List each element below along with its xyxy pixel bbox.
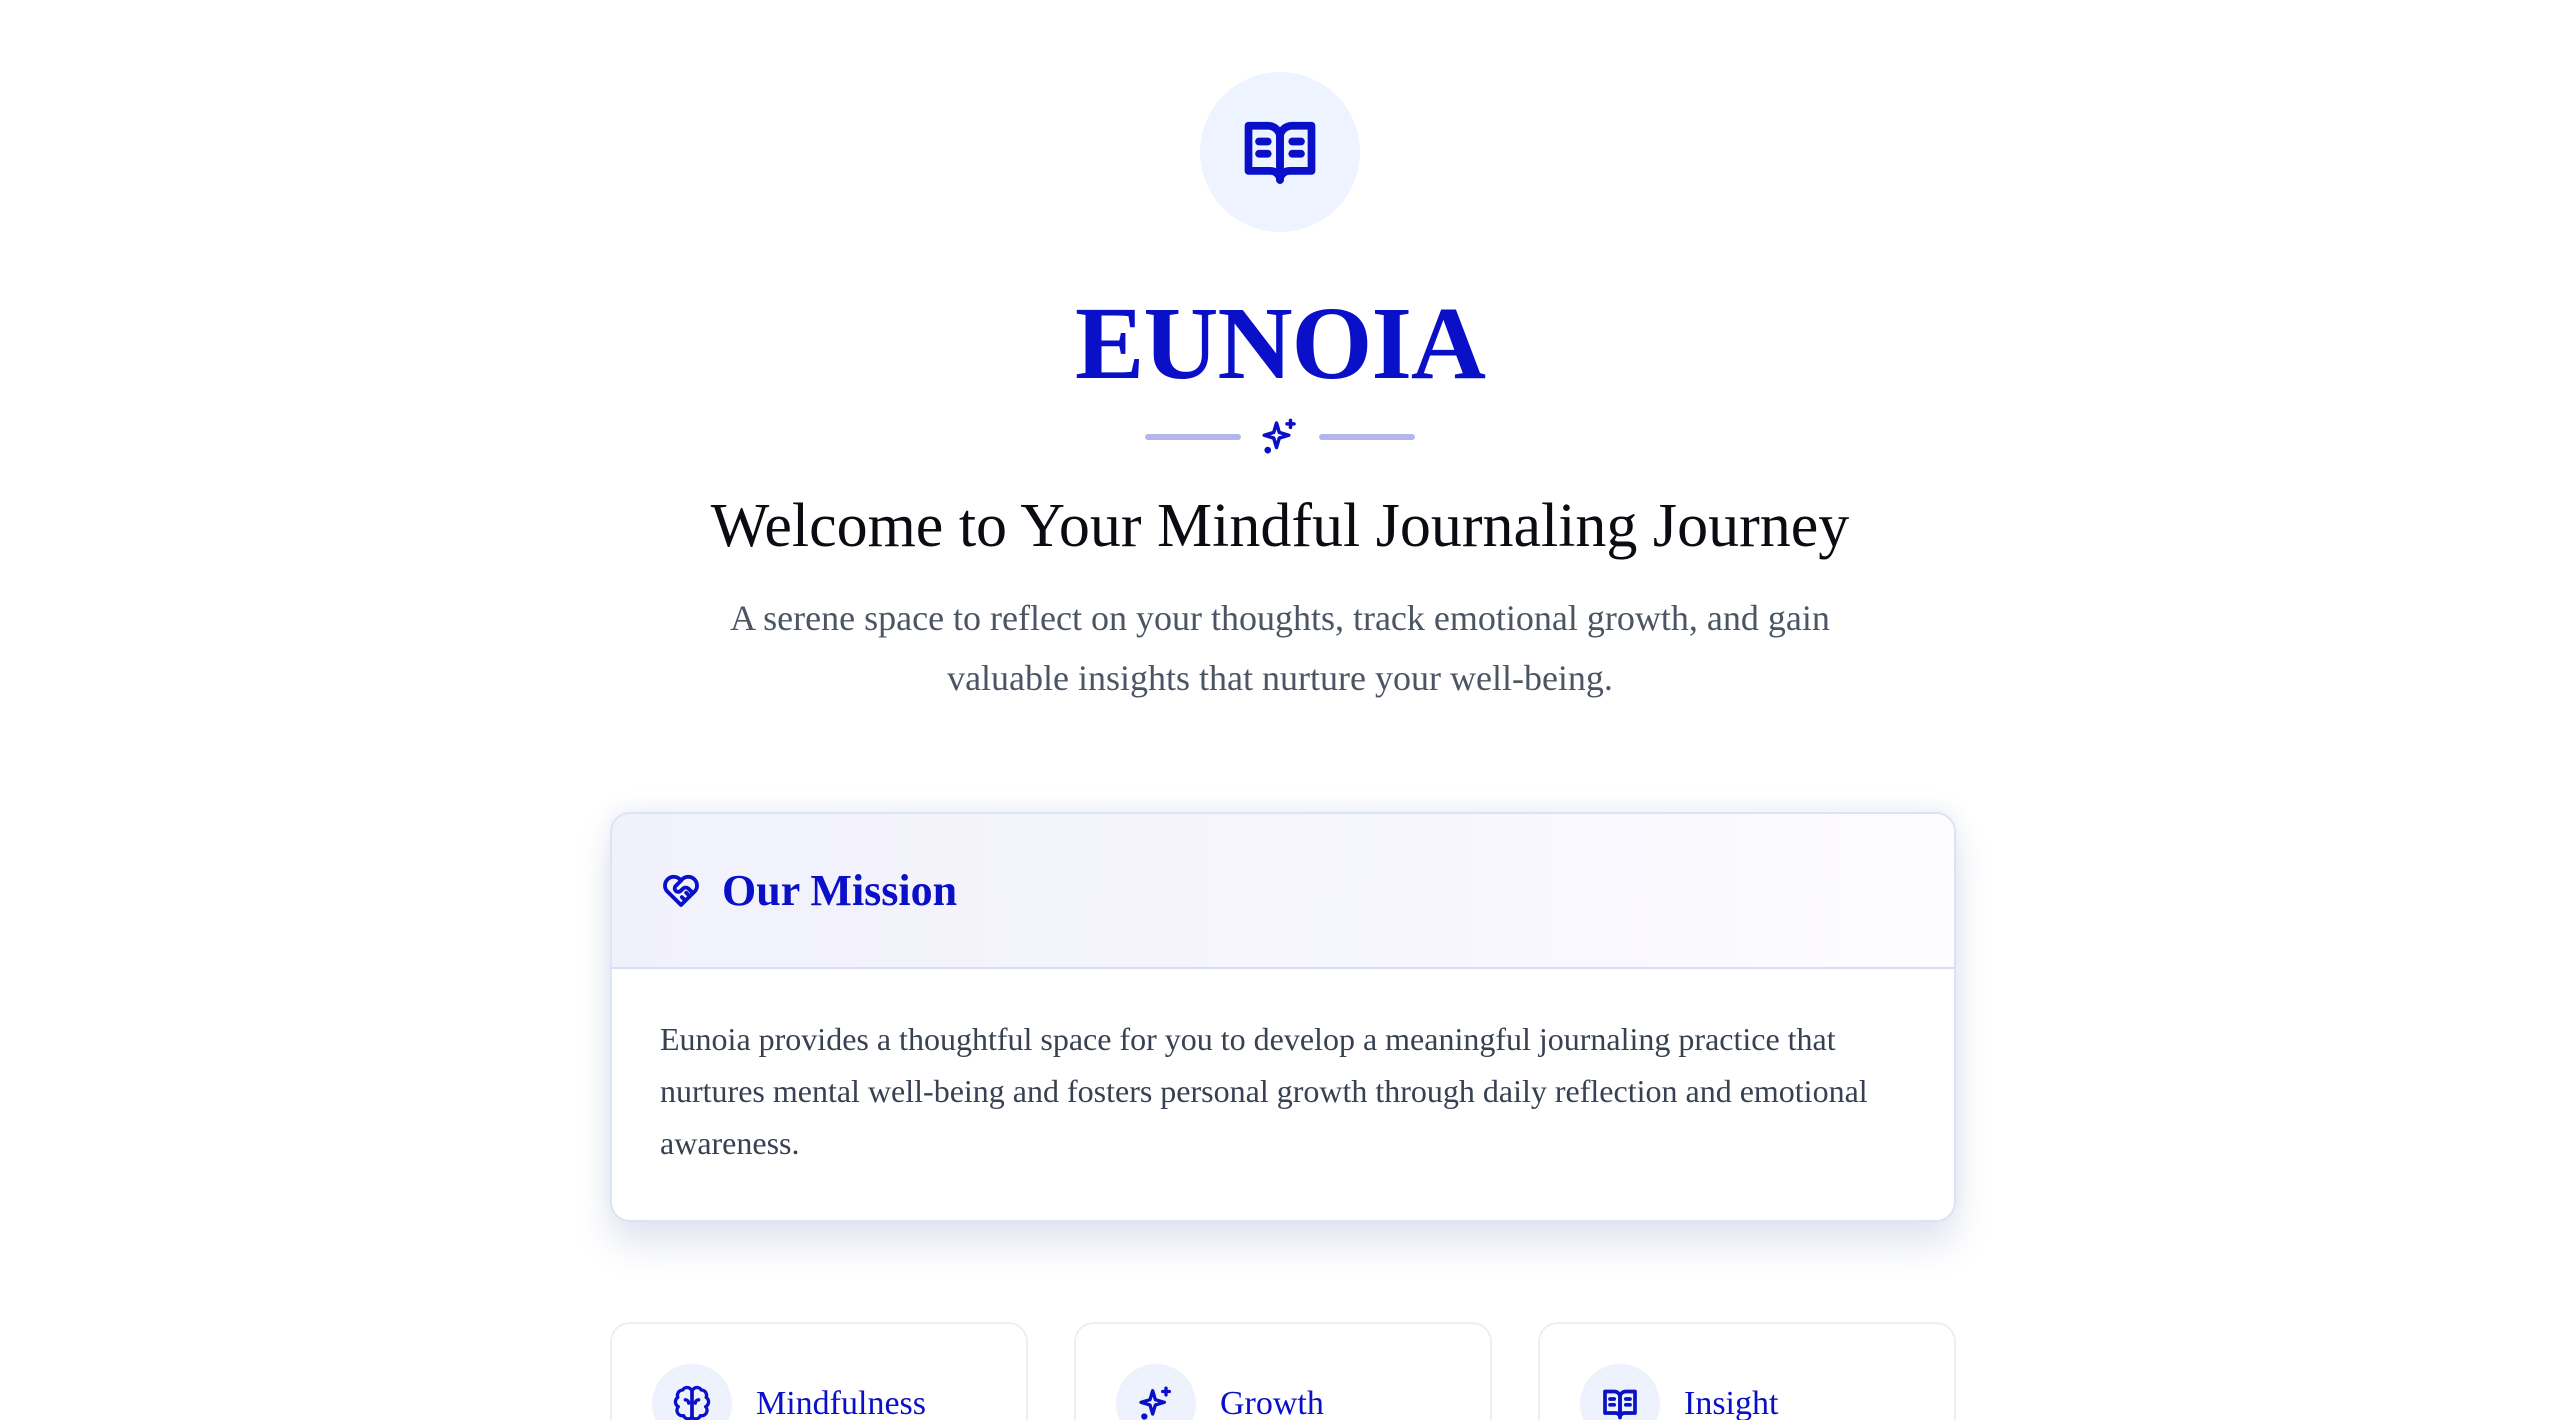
hero-subtitle: A serene space to reflect on your though… xyxy=(730,598,1830,699)
mission-card-header: Our Mission xyxy=(612,814,1954,969)
brand-title: EUNOIA xyxy=(1074,286,1486,401)
feature-card-insight: Insight xyxy=(1538,1322,1956,1420)
sparkles-icon xyxy=(1139,1386,1171,1420)
feature-card-growth: Growth xyxy=(1074,1322,1492,1420)
title-divider xyxy=(1145,416,1415,458)
open-book-icon xyxy=(1603,1389,1637,1420)
mission-title: Our Mission xyxy=(722,866,958,915)
welcome-heading: Welcome to Your Mindful Journaling Journ… xyxy=(710,492,1850,560)
mission-card: Our Mission Eunoia provides a thoughtful… xyxy=(610,812,1956,1222)
feature-icon-badge xyxy=(652,1364,732,1420)
open-book-icon xyxy=(1244,121,1316,184)
divider-line-left xyxy=(1145,434,1241,440)
feature-label-growth: Growth xyxy=(1220,1385,1324,1420)
feature-label-insight: Insight xyxy=(1684,1385,1779,1420)
sparkles-icon xyxy=(1262,418,1296,454)
divider-line-right xyxy=(1319,434,1415,440)
feature-label-mindfulness: Mindfulness xyxy=(756,1385,926,1420)
heart-handshake-icon xyxy=(663,874,699,907)
feature-card-mindfulness: Mindfulness xyxy=(610,1322,1028,1420)
mission-body-text: Eunoia provides a thoughtful space for y… xyxy=(660,1021,1868,1161)
hero-section: EUNOIA Welcome to Your Mindful Journalin… xyxy=(0,0,2560,708)
feature-icon-badge xyxy=(1580,1364,1660,1420)
hero-logo-badge xyxy=(1200,72,1360,232)
brain-icon xyxy=(673,1385,711,1420)
feature-icon-badge xyxy=(1116,1364,1196,1420)
